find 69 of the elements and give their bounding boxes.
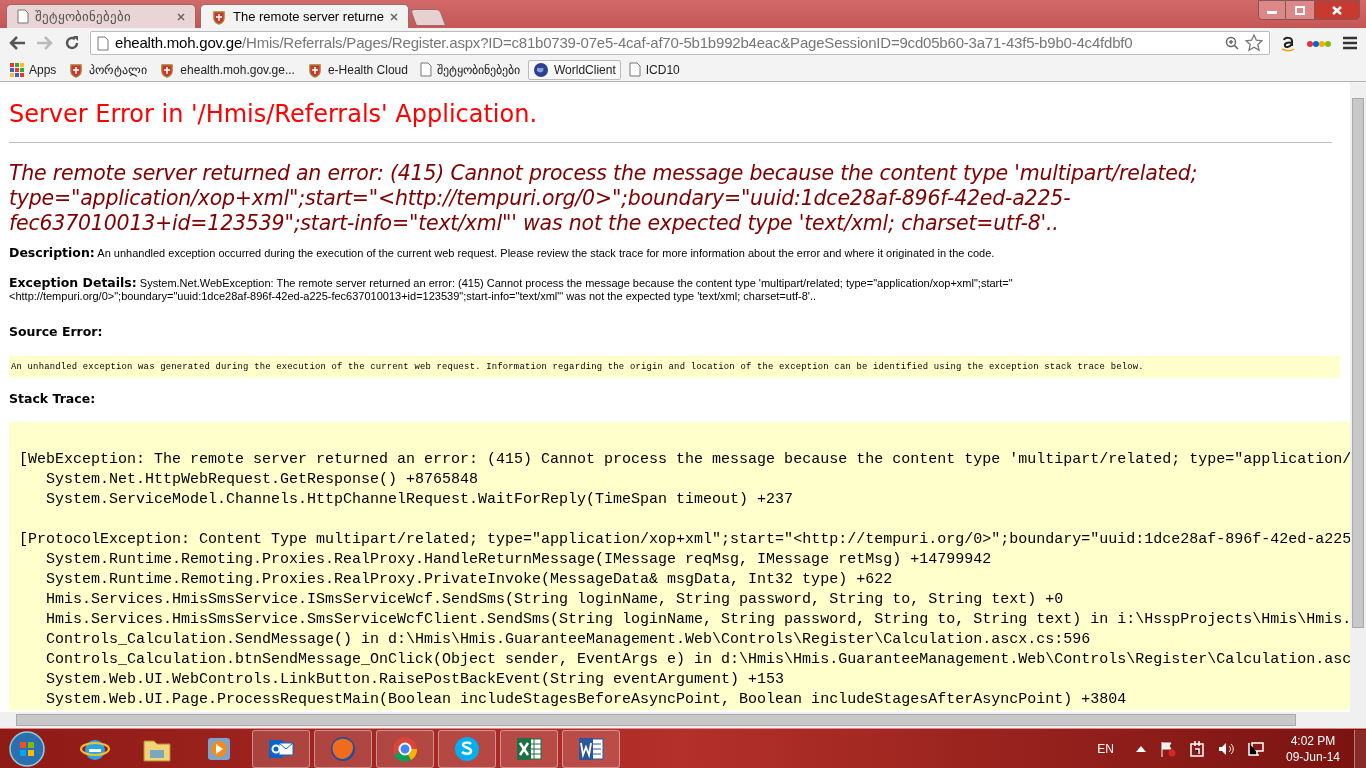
start-button-icon[interactable] xyxy=(8,729,46,768)
bookmark-item[interactable]: e-Health Cloud xyxy=(302,59,412,80)
crest-icon xyxy=(306,61,323,78)
crest-icon xyxy=(68,61,85,78)
error-message: The remote server returned an error: (415) Cannot process the message because the content type 'multipart/related; type="application/xop+xml";start="<http://tempuri.org/0>";boundary="uuid:1dce28af-896f-42ed-a225-fec637010013+id=123539";start-info="text/xml"' was not the expected type 'text/xml; charset=utf-8'.. xyxy=(9,161,1199,236)
taskbar-button[interactable] xyxy=(500,729,558,768)
taskbar-button[interactable] xyxy=(438,729,496,768)
close-icon[interactable] xyxy=(390,12,398,21)
bookmark-item[interactable]: ICD10 xyxy=(624,59,684,80)
back-arrow-icon[interactable] xyxy=(8,35,26,51)
star-icon[interactable] xyxy=(1245,34,1263,52)
section-text: Description: An unhandled exception occurred during the execution of the current web request. Please review the stack trace for more information about the error and where it originated in the code. xyxy=(9,246,996,260)
section-label: Source Error: xyxy=(9,323,104,341)
taskbar-button[interactable] xyxy=(376,729,434,768)
source-error-text: An unhandled exception was generated during the execution of the current web request. Information regarding the origin and location of the exception can be identified using the exception stack trace below. xyxy=(11,360,1145,373)
stack-trace-line: [ProtocolException: Content Type multipart/related; type="application/xop+xml";start="<http://tempuri.org/0>";boundary="uuid:1dce28af-896f-42ed-a225 xyxy=(19,529,1350,550)
bookmark-item[interactable]: პორტალი xyxy=(64,59,152,80)
browser-tab[interactable]: შეტყობინებები xyxy=(6,4,196,28)
clock-time[interactable]: 4:02 PM xyxy=(1290,732,1336,749)
bookmark-item[interactable]: WorldClient xyxy=(527,59,621,80)
clock-date[interactable]: 09-Jun-14 xyxy=(1285,748,1340,765)
page-title: Server Error in '/Hmis/Referrals' Application. xyxy=(9,99,539,130)
stack-trace-line: Hmis.Services.HmisSmsService.SmsServiceWcfClient.SendSms(String loginName, String password, String to, String text) in i:\HsspProjects\Hmis\Hmis. xyxy=(45,609,1350,630)
section-text: Exception Details: System.Net.WebException: The remote server returned an error: (415) Cannot process the message because the content type 'multipart/related; type="application/xop+xml";start="<http://tempuri.org/0>";boundary="uuid:1dce28af-896f-42ed-a225-fec637010013+id=123539";start-info="text/xml"' was not the expected type 'text/xml; charset=utf-8'.. xyxy=(9,276,1014,303)
stack-trace-line: System.ServiceModel.Channels.HttpChannelRequest.WaitForReply(TimeSpan timeout) +237 xyxy=(45,489,795,510)
tab-title: The remote server returne xyxy=(233,7,384,26)
page-icon xyxy=(97,35,109,51)
stack-trace-line: System.Web.UI.WebControls.LinkButton.RaisePostBackEvent(String eventArgument) +153 xyxy=(45,669,786,690)
caret-up-icon[interactable] xyxy=(1135,745,1146,752)
amazon-icon[interactable] xyxy=(1280,34,1296,52)
speaker-icon[interactable] xyxy=(1217,741,1234,756)
bookmark-item[interactable]: შეტყობინებები xyxy=(415,59,524,80)
page-icon xyxy=(17,9,29,24)
vertical-scrollbar[interactable] xyxy=(1350,82,1366,712)
stack-trace-line: System.Runtime.Remoting.Proxies.RealProxy.PrivateInvoke(MessageData& msgData, Int32 type) +622 xyxy=(45,569,894,590)
zoom-icon[interactable] xyxy=(1225,36,1239,50)
section-label: Stack Trace: xyxy=(9,389,97,408)
page-icon xyxy=(419,62,432,77)
stack-trace-line: Controls_Calculation.btnSendMessage_OnClick(Object sender, EventArgs e) in d:\Hmis\Hmis.GuaranteeManagement.Web\Controls\Register\Calculation.asc xyxy=(45,649,1350,670)
restore-button[interactable] xyxy=(1286,0,1314,20)
taskbar-button[interactable] xyxy=(252,729,310,768)
close-icon[interactable] xyxy=(177,12,185,21)
crest-icon xyxy=(211,8,227,25)
page-icon xyxy=(628,62,641,77)
network-icon[interactable] xyxy=(1247,741,1264,756)
browser-tab[interactable]: The remote server returne xyxy=(200,4,409,28)
reload-icon[interactable] xyxy=(64,35,80,51)
minimize-button[interactable] xyxy=(1258,0,1286,20)
stack-trace-line: [WebException: The remote server returned an error: (415) Cannot process the message because the content type 'multipart/related; type="application/ xyxy=(19,449,1350,470)
stack-trace-line: System.Runtime.Remoting.Proxies.RealProxy.HandleReturnMessage(IMessage reqMsg, IMessage retMsg) +14799942 xyxy=(45,549,993,570)
tab-title: შეტყობინებები xyxy=(35,7,132,26)
show-desktop-button[interactable] xyxy=(1354,729,1366,768)
language-indicator[interactable]: EN xyxy=(1097,739,1114,758)
bookmark-item[interactable]: Apps xyxy=(6,59,61,80)
horizontal-scrollbar[interactable] xyxy=(0,712,1366,728)
flag-icon[interactable] xyxy=(1159,740,1176,757)
stack-trace-line: System.Net.HttpWebRequest.GetResponse() +8765848 xyxy=(45,469,480,490)
globe-icon xyxy=(532,61,549,78)
close-icon xyxy=(1332,5,1342,15)
address-field[interactable]: ehealth.moh.gov.ge/Hmis/Referrals/Pages/Register.aspx?ID=c81b0739-07e5-4caf-af70-5b1b992b4eac&PageSessionID=9cd05b60-3a71-43f5-b9b0-4c4fdbf0 xyxy=(90,31,1270,55)
menu-icon[interactable] xyxy=(1342,36,1358,50)
taskbar-button[interactable] xyxy=(562,729,620,768)
apps-grid-icon xyxy=(10,62,24,77)
close-button[interactable] xyxy=(1314,0,1360,20)
bookmark-item[interactable]: ehealth.moh.gov.ge... xyxy=(155,59,299,80)
crest-icon xyxy=(159,61,176,78)
stack-trace-line: Controls_Calculation.SendMessage() in d:\Hmis\Hmis.GuaranteeManagement.Web\Controls\Register\Calculation.ascx.cs:596 xyxy=(45,629,1092,650)
stack-trace-line: System.Web.UI.Page.ProcessRequestMain(Boolean includeStagesBeforeAsyncPoint, Boolean includeStagesAfterAsyncPoint) +3804 xyxy=(45,689,1128,710)
stack-trace-line: Hmis.Services.HmisSmsService.ISmsServiceWcf.SendSms(String loginName, String password, String to, String text) +0 xyxy=(45,589,1065,610)
